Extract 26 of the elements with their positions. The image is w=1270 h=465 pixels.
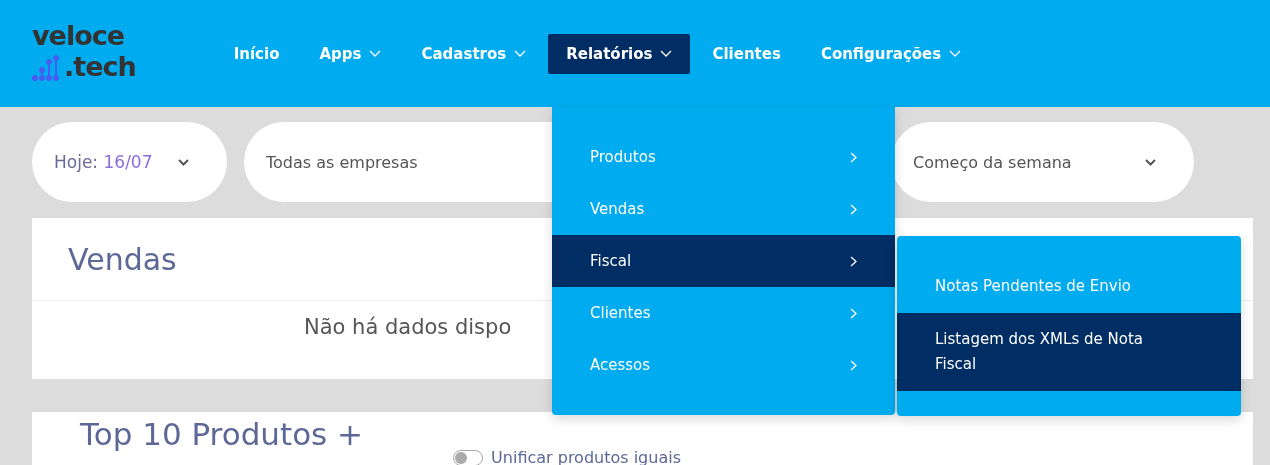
nav-item[interactable]: Configurações bbox=[802, 33, 980, 74]
nav-item[interactable]: Cadastros bbox=[403, 33, 545, 74]
logo-text: .tech bbox=[64, 50, 136, 82]
nav-item[interactable]: Apps bbox=[301, 33, 400, 74]
nav-item[interactable]: Início bbox=[215, 33, 298, 74]
date-filter[interactable]: Hoje: 16/07 bbox=[32, 122, 227, 202]
chevron-right-icon bbox=[850, 307, 857, 319]
empty-message: Não há dados dispo bbox=[304, 315, 512, 339]
chevron-right-icon bbox=[850, 255, 857, 267]
menu-item[interactable]: Fiscal bbox=[552, 235, 895, 287]
chevron-down-icon bbox=[1145, 158, 1156, 166]
toggle-switch[interactable] bbox=[453, 449, 484, 465]
menu-item[interactable]: Clientes bbox=[552, 287, 895, 339]
nav-item[interactable]: Relatórios bbox=[548, 33, 691, 74]
logo-text: veloce bbox=[32, 19, 126, 51]
card-title: Top 10 Produtos + bbox=[80, 416, 364, 452]
submenu-item[interactable]: Listagem dos XMLs de Nota Fiscal bbox=[897, 313, 1241, 391]
chevron-right-icon bbox=[850, 151, 857, 163]
chevron-down-icon bbox=[178, 158, 189, 166]
chevron-right-icon bbox=[850, 203, 857, 215]
nav-item[interactable]: Clientes bbox=[694, 33, 799, 74]
menu-item[interactable]: Acessos bbox=[552, 339, 895, 391]
date-label: Hoje: 16/07 bbox=[54, 152, 153, 172]
card-title: Vendas bbox=[68, 241, 177, 277]
chevron-right-icon bbox=[850, 359, 857, 371]
submenu-item[interactable]: Notas Pendentes de Envio bbox=[897, 260, 1241, 313]
